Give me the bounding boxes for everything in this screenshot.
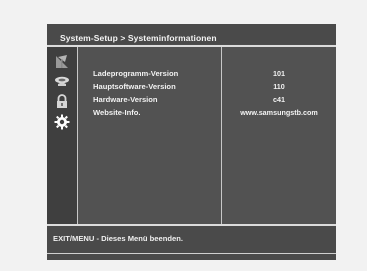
info-values: 101 110 c41 www.samsungstb.com xyxy=(225,67,333,119)
gear-icon[interactable] xyxy=(54,114,70,130)
website-info-label: Website-Info. xyxy=(93,108,141,117)
loader-version-value: 101 xyxy=(273,69,285,78)
main-software-version-label: Hauptsoftware-Version xyxy=(93,82,176,91)
antenna-icon[interactable] xyxy=(54,54,70,70)
main-software-version-value: 110 xyxy=(273,82,285,91)
info-labels: Ladeprogramm-Version Hauptsoftware-Versi… xyxy=(93,67,178,119)
hardware-version-value: c41 xyxy=(273,95,285,104)
menu-header: System-Setup > Systeminformationen xyxy=(47,24,336,44)
hardware-version-label: Hardware-Version xyxy=(93,95,158,104)
loader-version-label: Ladeprogramm-Version xyxy=(93,69,179,78)
menu-footer: EXIT/MENU - Dieses Menü beenden. xyxy=(47,226,336,260)
satellite-dish-icon[interactable] xyxy=(54,74,70,90)
breadcrumb-title: System-Setup > Systeminformationen xyxy=(60,33,217,43)
sidebar xyxy=(47,47,77,224)
help-text: EXIT/MENU - Dieses Menü beenden. xyxy=(53,234,183,243)
lock-icon[interactable] xyxy=(54,93,70,109)
website-info-value: www.samsungstb.com xyxy=(240,108,318,117)
column-divider xyxy=(221,47,222,224)
menu-content: Ladeprogramm-Version Hauptsoftware-Versi… xyxy=(47,47,336,224)
tv-menu-screen: System-Setup > Systeminformationen Ladep… xyxy=(47,24,336,260)
footer-rule xyxy=(47,253,336,254)
sidebar-divider xyxy=(77,47,78,224)
